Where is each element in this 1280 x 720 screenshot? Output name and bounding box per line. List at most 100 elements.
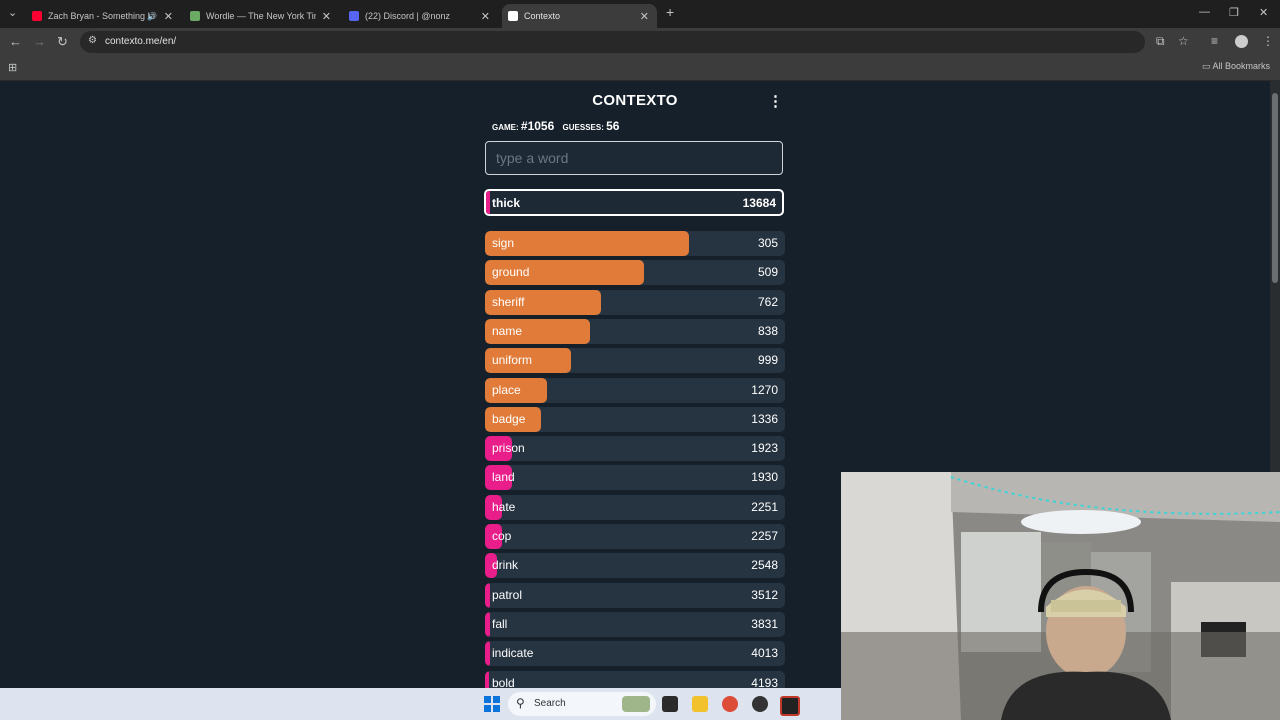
forward-icon[interactable]: → [33,34,46,49]
guess-proximity-bar [485,641,490,667]
latest-guess-rank: 13684 [742,196,776,210]
guess-row: prison 1923 [485,436,785,462]
word-input[interactable] [486,142,782,174]
latest-guess: thick 13684 [484,189,784,216]
windows-start-icon[interactable] [484,696,500,712]
browser-tab[interactable]: (22) Discord | @nonz ✕ [343,4,498,28]
guess-rank: 1923 [751,441,778,456]
browser-tab[interactable]: Zach Bryan - Something In 🔊 ✕ [26,4,181,28]
profile-avatar[interactable] [1235,35,1248,48]
guess-rank: 1270 [751,382,778,397]
close-tab-icon[interactable]: ✕ [481,10,490,23]
taskbar-search[interactable]: ⚲ Search [508,692,656,716]
guess-row: fall 3831 [485,611,785,637]
guesses-count: 56 [606,119,620,133]
close-tab-icon[interactable]: ✕ [640,10,649,23]
guess-row: ground 509 [485,260,785,286]
webcam-overlay [841,472,1280,720]
tab-title: Contexto [524,11,561,21]
guess-row: indicate 4013 [485,641,785,667]
task-view-icon[interactable] [662,696,678,712]
word-input-box[interactable] [485,141,783,175]
browser-tab[interactable]: Wordle — The New York Times ✕ [184,4,339,28]
guess-word: badge [492,411,526,426]
all-bookmarks-button[interactable]: ▭ All Bookmarks [1202,61,1270,72]
guesses-label: GUESSES: [562,123,604,132]
guess-row: patrol 3512 [485,582,785,608]
guess-word: ground [492,265,530,280]
file-explorer-icon[interactable] [692,696,708,712]
guess-proximity-bar [485,611,490,637]
game-menu-icon[interactable]: ⋮ [768,92,783,110]
bookmarks-bar: ⊞ ▭ All Bookmarks [0,56,1280,81]
guess-rank: 2548 [751,558,778,573]
guess-rank: 3831 [751,616,778,631]
guess-word: name [492,323,523,338]
scrollbar-thumb[interactable] [1272,93,1278,283]
guess-word: place [492,382,521,397]
tab-title: (22) Discord | @nonz [365,11,451,21]
guess-row: name 838 [485,318,785,344]
restore-icon[interactable]: ❐ [1229,6,1239,19]
guess-rank: 305 [757,236,778,250]
wordle-icon [190,11,200,21]
tab-title: Zach Bryan - Something In [48,11,156,21]
guess-word: sign [492,236,515,250]
site-info-icon[interactable]: ⚙ [88,35,97,46]
guess-rank: 3512 [751,587,778,602]
youtube-icon [32,11,42,21]
new-tab-button[interactable]: + [666,4,674,20]
guess-word: indicate [492,646,534,661]
chrome-icon[interactable] [722,696,738,712]
guess-rank: 2257 [751,529,778,543]
back-icon[interactable]: ← [9,34,22,49]
bookmark-star-icon[interactable]: ☆ [1178,34,1189,48]
guess-rank: 999 [757,353,778,368]
guess-rank: 509 [757,265,778,280]
guess-row: sheriff 762 [485,289,785,315]
tab-search-icon[interactable]: ⌄ [8,6,17,19]
close-tab-icon[interactable]: ✕ [164,10,173,23]
discord-icon [349,11,359,21]
taskbar-search-label: Search [534,698,566,709]
guess-rank: 2251 [751,499,778,514]
guess-row: hate 2251 [485,494,785,520]
obs-icon[interactable] [752,696,768,712]
minimize-icon[interactable]: — [1199,6,1210,18]
guess-word: drink [492,558,519,573]
guess-proximity-bar [485,231,689,256]
close-tab-icon[interactable]: ✕ [322,10,331,23]
epic-games-icon[interactable] [780,696,800,716]
folder-icon: ▭ [1201,61,1213,71]
guess-row: place 1270 [485,377,785,403]
guess-word: prison [492,441,525,456]
guess-word: hate [492,499,516,514]
guess-word: land [492,470,515,485]
apps-grid-icon[interactable]: ⊞ [8,61,17,74]
guess-row: land 1930 [485,465,785,491]
guess-word: cop [492,529,512,543]
guess-rank: 838 [757,323,778,338]
game-label: GAME: [492,123,519,132]
all-bookmarks-label: All Bookmarks [1212,61,1270,71]
guess-word: patrol [492,587,523,602]
guess-row: uniform 999 [485,348,785,374]
browser-toolbar: ← → ↻ ⚙ contexto.me/en/ ⧉ ☆ ≡ ⋮ [0,28,1280,56]
install-app-icon[interactable]: ⧉ [1156,34,1165,49]
browser-menu-icon[interactable]: ⋮ [1262,34,1274,48]
reload-icon[interactable]: ↻ [57,34,68,50]
address-bar[interactable]: ⚙ contexto.me/en/ [80,31,1145,53]
game-stats: GAME: #1056 GUESSES: 56 [492,119,625,133]
guess-rank: 1930 [751,470,778,485]
guess-word: sheriff [492,294,525,309]
browser-tab[interactable]: Contexto ✕ [502,4,657,28]
url-text: contexto.me/en/ [105,36,177,47]
audio-playing-icon[interactable]: 🔊 [147,12,157,21]
latest-guess-bar [486,191,490,214]
guess-word: uniform [492,353,533,368]
guess-row: cop 2257 [485,524,785,549]
tab-groups-icon[interactable]: ≡ [1211,34,1218,48]
browser-tab-strip: ⌄ Zach Bryan - Something In 🔊 ✕ Wordle — Th… [0,0,1280,28]
tab-title: Wordle — The New York Times [206,11,316,21]
close-window-icon[interactable]: ✕ [1259,6,1268,19]
